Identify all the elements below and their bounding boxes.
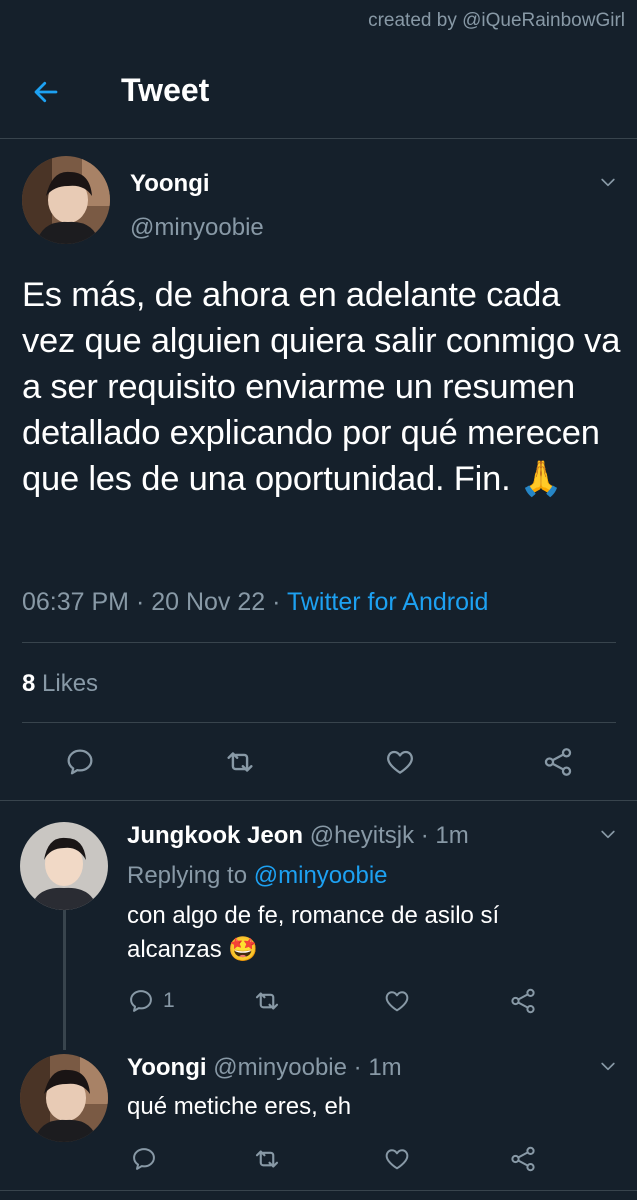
reply-timestamp: · 1m: [420, 822, 469, 849]
chevron-down-icon: [601, 178, 615, 187]
retweet-icon: [255, 1150, 279, 1168]
retweet-icon: [227, 752, 253, 772]
retweet-icon: [255, 992, 279, 1010]
avatar-jungkook[interactable]: [20, 822, 108, 910]
reply-text: con algo de fe, romance de asilo sí alca…: [127, 902, 500, 963]
like-button[interactable]: [380, 742, 420, 782]
likes-count: 8: [22, 670, 36, 697]
share-button[interactable]: [538, 742, 578, 782]
like-icon: [385, 1149, 409, 1170]
chevron-down-icon: [601, 830, 615, 839]
reply-author-name[interactable]: Yoongi: [127, 1054, 207, 1081]
reply-author-handle[interactable]: @heyitsjk: [310, 822, 414, 849]
replying-to-label: Replying to: [127, 862, 254, 889]
likes-label: Likes: [42, 670, 99, 697]
divider: [22, 642, 616, 643]
divider: [22, 722, 616, 723]
page-title: Tweet: [121, 72, 210, 108]
reply-count: 1: [163, 989, 175, 1012]
avatar-yoongi[interactable]: [22, 156, 110, 244]
like-button[interactable]: [380, 984, 414, 1018]
reply-button[interactable]: 1: [127, 984, 175, 1018]
author-handle[interactable]: @minyoobie: [130, 214, 264, 242]
reply-header: Jungkook Jeon @heyitsjk · 1m: [127, 822, 469, 850]
tweet-timestamp: 06:37 PM · 20 Nov 22 ·: [22, 588, 287, 616]
likes-link[interactable]: 8 Likes: [22, 670, 98, 698]
like-button[interactable]: [380, 1142, 414, 1176]
like-icon: [387, 750, 413, 774]
reply-icon: [133, 1148, 155, 1170]
reply-author-name[interactable]: Jungkook Jeon: [127, 822, 303, 849]
back-button[interactable]: [28, 74, 64, 110]
retweet-button[interactable]: [250, 984, 284, 1018]
credit-watermark: created by @iQueRainbowGirl: [368, 10, 625, 31]
divider: [0, 800, 637, 801]
divider: [0, 1190, 637, 1191]
reply-menu-button[interactable]: [596, 822, 620, 846]
tweet-meta: 06:37 PM · 20 Nov 22 · Twitter for Andro…: [22, 588, 488, 617]
replying-to: Replying to @minyoobie: [127, 862, 388, 890]
avatar-image: [20, 1054, 108, 1142]
reply-icon: [130, 990, 152, 1012]
share-button[interactable]: [506, 1142, 540, 1176]
header-bar: Tweet: [0, 42, 637, 139]
reply-button[interactable]: [127, 1142, 161, 1176]
share-icon: [511, 1146, 535, 1172]
retweet-button[interactable]: [250, 1142, 284, 1176]
chevron-down-icon: [601, 1062, 615, 1071]
share-icon: [511, 988, 535, 1014]
tweet-menu-button[interactable]: [596, 170, 620, 194]
tweet-source-link[interactable]: Twitter for Android: [287, 588, 488, 616]
author-name[interactable]: Yoongi: [130, 170, 210, 198]
reply-button[interactable]: [60, 742, 100, 782]
avatar-image: [22, 156, 110, 244]
reply-text: qué metiche eres, eh: [127, 1093, 352, 1120]
thread-connector: [63, 910, 66, 1050]
back-arrow-icon: [34, 81, 58, 103]
avatar-image: [20, 822, 108, 910]
share-icon: [544, 748, 572, 776]
reply-author-handle[interactable]: @minyoobie: [213, 1054, 347, 1081]
share-button[interactable]: [506, 984, 540, 1018]
reply-menu-button[interactable]: [596, 1054, 620, 1078]
reply-header: Yoongi @minyoobie · 1m: [127, 1054, 402, 1082]
reply-icon: [67, 749, 93, 775]
replying-to-link[interactable]: @minyoobie: [254, 862, 388, 889]
retweet-button[interactable]: [220, 742, 260, 782]
reply-timestamp: · 1m: [353, 1054, 402, 1081]
tweet-text: Es más, de ahora en adelante cada vez qu…: [22, 276, 621, 498]
avatar-yoongi[interactable]: [20, 1054, 108, 1142]
like-icon: [385, 991, 409, 1012]
